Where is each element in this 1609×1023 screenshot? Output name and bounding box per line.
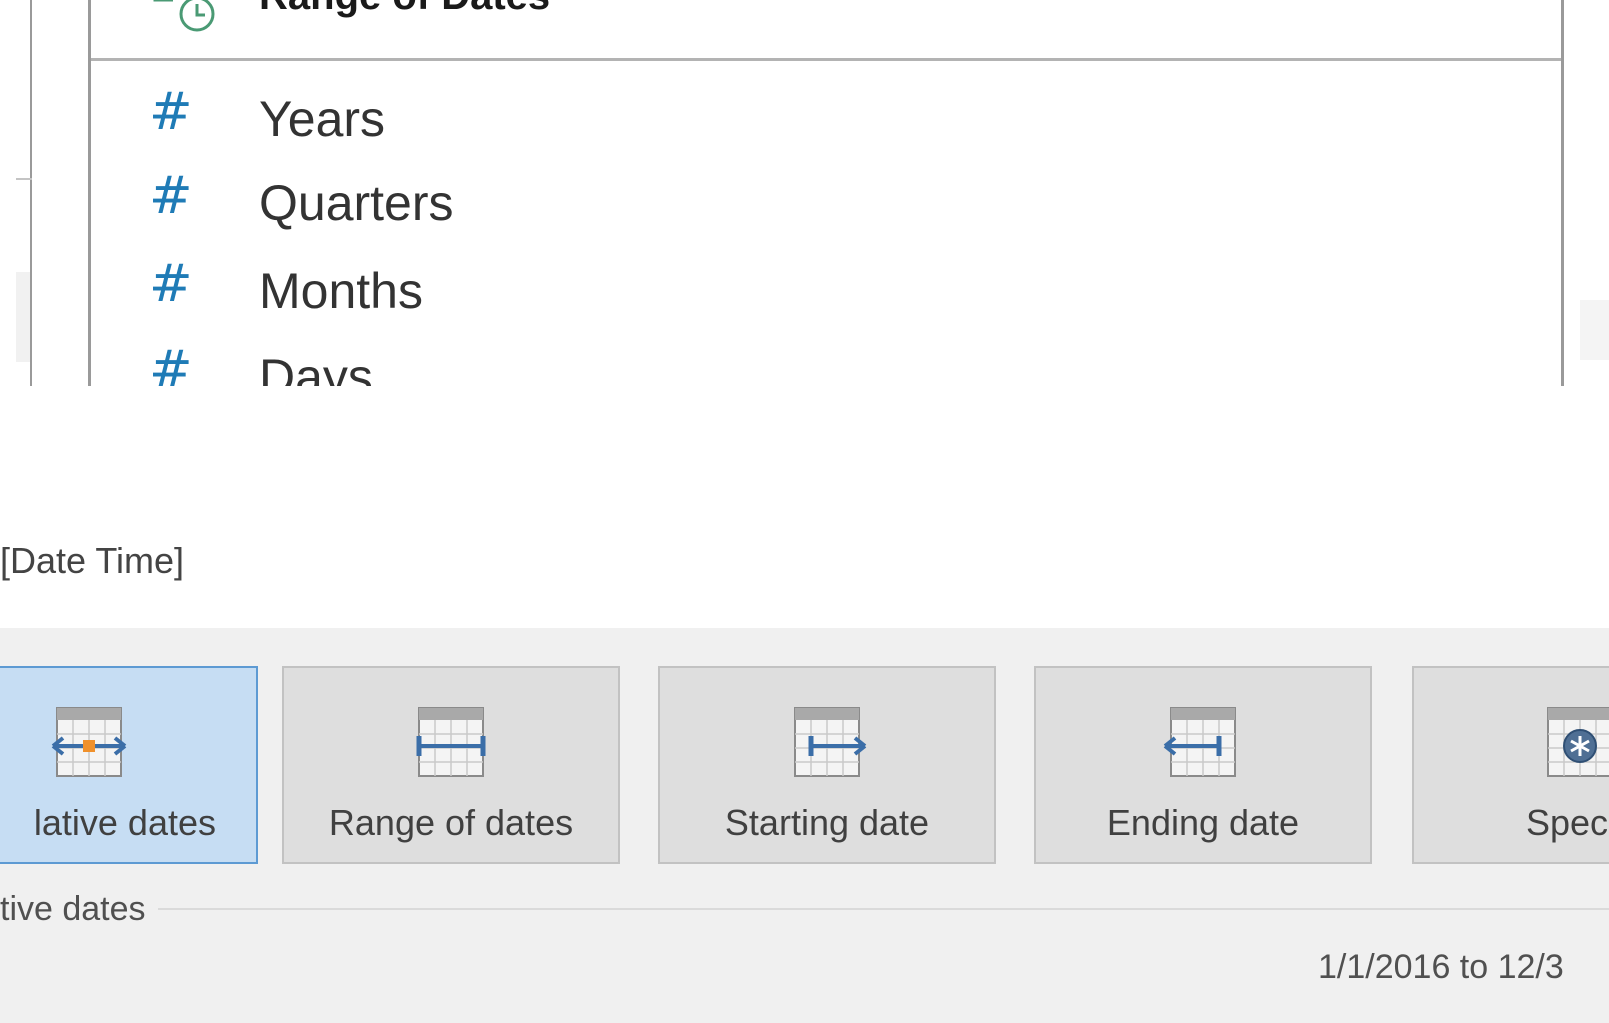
field-caption: [Date Time] (0, 540, 185, 581)
field-item-label: Days (259, 349, 373, 386)
ending-date-icon (1163, 707, 1236, 777)
range-of-dates-button[interactable]: Range of dates (282, 666, 620, 864)
section-label: tive dates (0, 890, 158, 929)
field-list-panel: Range of Dates # Years # Quarters # Mont… (0, 0, 1609, 386)
special-label: Speci (1526, 802, 1609, 843)
starting-date-button[interactable]: Starting date (658, 666, 996, 864)
number-field-icon: # (149, 340, 193, 386)
field-item-label: Months (259, 263, 423, 319)
number-field-icon: # (149, 254, 193, 314)
starting-date-icon (794, 707, 867, 777)
range-of-dates-label: Range of dates (328, 802, 574, 843)
number-field-icon: # (149, 166, 193, 226)
field-list-header-label: Range of Dates (259, 0, 550, 19)
field-item-label: Quarters (259, 175, 454, 231)
relative-dates-label: lative dates (33, 802, 216, 843)
field-item-label: Years (259, 91, 386, 147)
section-divider (0, 908, 1609, 910)
special-button[interactable]: Speci (1412, 666, 1609, 864)
number-field-icon: # (149, 82, 193, 142)
left-panel-border (30, 0, 32, 386)
field-item-years[interactable]: # Years (91, 78, 1491, 158)
left-panel-tick (16, 178, 32, 180)
date-filter-options: lative dates Range of dates Starting dat… (0, 628, 1609, 1023)
field-item-months[interactable]: # Months (91, 250, 1491, 330)
range-summary: 1/1/2016 to 12/3 (1318, 948, 1564, 986)
left-panel-block (16, 272, 30, 362)
field-item-quarters[interactable]: # Quarters (91, 162, 1491, 242)
field-list-header[interactable]: Range of Dates (91, 0, 1561, 61)
right-panel-edge (1580, 300, 1609, 360)
date-range-clock-icon (153, 0, 215, 32)
relative-dates-button[interactable]: lative dates (0, 666, 258, 864)
field-list[interactable]: Range of Dates # Years # Quarters # Mont… (88, 0, 1564, 386)
starting-date-label: Starting date (724, 802, 930, 843)
special-icon (1547, 707, 1609, 777)
ending-date-button[interactable]: Ending date (1034, 666, 1372, 864)
range-of-dates-icon (416, 707, 486, 777)
relative-dates-icon (51, 707, 127, 777)
ending-date-label: Ending date (1106, 802, 1300, 843)
field-item-days[interactable]: # Days (91, 336, 1491, 386)
